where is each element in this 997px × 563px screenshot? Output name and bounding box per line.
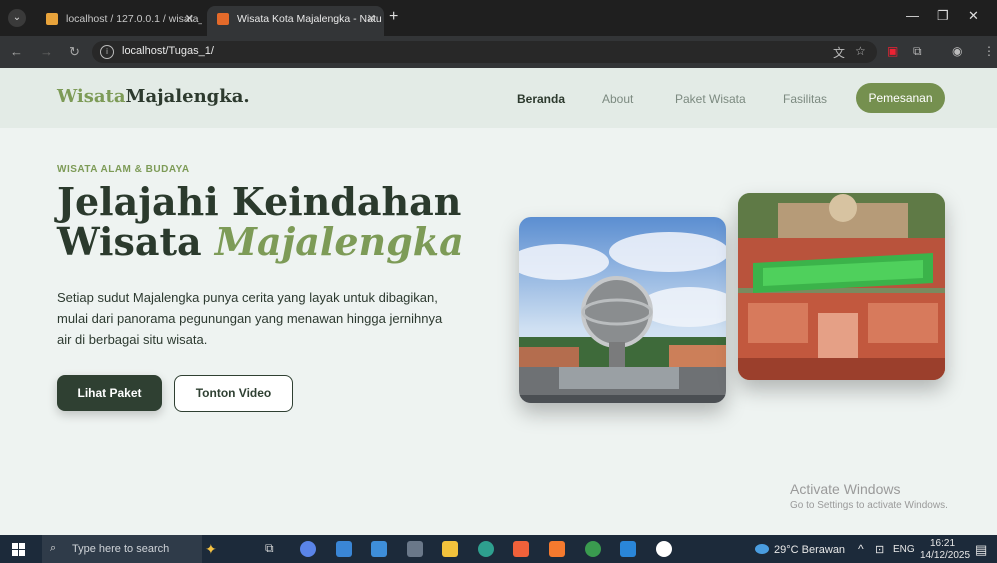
activate-windows-subtitle: Go to Settings to activate Windows.: [790, 500, 948, 511]
logo-accent: Wisata: [57, 86, 126, 107]
back-icon[interactable]: ←: [10, 44, 23, 59]
reload-icon[interactable]: ↻: [69, 44, 80, 60]
nav-beranda[interactable]: Beranda: [517, 92, 565, 106]
hero-description: Setiap sudut Majalengka punya cerita yan…: [57, 290, 443, 347]
site-logo[interactable]: WisataMajalengka.: [57, 86, 250, 107]
brave-icon[interactable]: [513, 541, 529, 557]
edge-icon[interactable]: [478, 541, 494, 557]
copilot-icon[interactable]: [300, 541, 316, 557]
monument-image: [519, 217, 726, 403]
mosque-image: [738, 193, 945, 380]
obs-icon[interactable]: [656, 541, 672, 557]
extensions-puzzle-icon[interactable]: ⧉: [913, 44, 922, 59]
tab-title: Wisata Kota Majalengka - Natu: [237, 13, 382, 25]
site-navbar: WisataMajalengka. Beranda About Paket Wi…: [0, 68, 997, 128]
xampp-icon[interactable]: [549, 541, 565, 557]
phpmyadmin-icon: [46, 13, 58, 25]
lihat-paket-button[interactable]: Lihat Paket: [57, 375, 162, 411]
close-window-icon[interactable]: ✕: [968, 8, 979, 24]
site-info-icon[interactable]: i: [100, 45, 114, 59]
windows-start-icon[interactable]: [12, 543, 25, 556]
translate-icon[interactable]: 文: [833, 44, 845, 61]
tray-chevron-up-icon[interactable]: ^: [858, 542, 864, 556]
windows-taskbar: ⌕ Type here to search ✦ ⧉ 29°C Berawan ^…: [0, 535, 997, 563]
nav-fasilitas[interactable]: Fasilitas: [783, 92, 827, 106]
store-icon[interactable]: [336, 541, 352, 557]
browser-toolbar: ← → ↻ i localhost/Tugas_1/ 文 ☆ ▣ ⧉ ◉ ⋮: [0, 36, 997, 68]
forward-icon[interactable]: →: [40, 44, 53, 59]
site-favicon-icon: [217, 13, 229, 25]
pemesanan-button[interactable]: Pemesanan: [856, 83, 945, 113]
new-tab-icon[interactable]: +: [389, 8, 398, 26]
photos-icon[interactable]: [371, 541, 387, 557]
vscode-icon[interactable]: [620, 541, 636, 557]
hero-title-line2: Wisata Majalengka: [57, 222, 507, 262]
browser-tab-bar: ⌄ localhost / 127.0.0.1 / wisata_d ✕ Wis…: [0, 0, 997, 36]
profile-icon[interactable]: ◉: [952, 44, 962, 58]
tab-wisata[interactable]: Wisata Kota Majalengka - Natu ✕: [207, 6, 384, 36]
task-view-icon[interactable]: ⧉: [265, 541, 281, 557]
nav-paket-wisata[interactable]: Paket Wisata: [675, 92, 746, 106]
extension-icon[interactable]: ▣: [887, 44, 898, 58]
camera-icon[interactable]: [407, 541, 423, 557]
chrome-icon[interactable]: [585, 541, 601, 557]
logo-text: Majalengka.: [125, 86, 250, 107]
search-placeholder: Type here to search: [72, 543, 170, 555]
weather-icon[interactable]: [755, 544, 769, 554]
website-viewport: WisataMajalengka. Beranda About Paket Wi…: [0, 68, 997, 535]
close-icon[interactable]: ✕: [367, 6, 376, 32]
minimize-icon[interactable]: —: [906, 8, 919, 23]
address-text: localhost/Tugas_1/: [122, 45, 214, 57]
hero-kicker: WISATA ALAM & BUDAYA: [57, 164, 190, 175]
weather-text[interactable]: 29°C Berawan: [774, 544, 845, 556]
clock-date[interactable]: 14/12/2025: [920, 550, 970, 561]
menu-icon[interactable]: ⋮: [983, 44, 995, 58]
tab-phpmyadmin[interactable]: localhost / 127.0.0.1 / wisata_d ✕: [36, 6, 202, 36]
notification-icon[interactable]: ▤: [975, 542, 987, 558]
close-icon[interactable]: ✕: [185, 6, 194, 32]
taskbar-search-input[interactable]: ⌕ Type here to search: [42, 535, 202, 563]
monument-photo: [519, 217, 726, 403]
file-explorer-icon[interactable]: [442, 541, 458, 557]
bookmark-star-icon[interactable]: ☆: [855, 44, 866, 58]
search-icon: ⌕: [50, 542, 57, 554]
clock-time[interactable]: 16:21: [930, 538, 955, 549]
tab-title: localhost / 127.0.0.1 / wisata_d: [66, 13, 202, 25]
activate-windows-title: Activate Windows: [790, 481, 901, 497]
mosque-square-photo: [738, 193, 945, 380]
address-bar[interactable]: i localhost/Tugas_1/: [92, 41, 877, 63]
maximize-icon[interactable]: ❐: [937, 8, 949, 24]
nav-about[interactable]: About: [602, 92, 633, 106]
tab-search-icon[interactable]: ⌄: [8, 9, 26, 27]
language-indicator[interactable]: ENG: [893, 544, 915, 555]
network-icon[interactable]: ⊡: [875, 543, 884, 556]
tonton-video-button[interactable]: Tonton Video: [174, 375, 293, 412]
widget-sparkle-icon[interactable]: ✦: [205, 541, 221, 557]
hero-title-line1: Jelajahi Keindahan: [57, 179, 462, 224]
hero-title-plain: Wisata: [57, 219, 215, 264]
hero-title-accent: Majalengka: [214, 219, 464, 264]
hero-title: Jelajahi Keindahan Wisata Majalengka: [57, 182, 507, 262]
